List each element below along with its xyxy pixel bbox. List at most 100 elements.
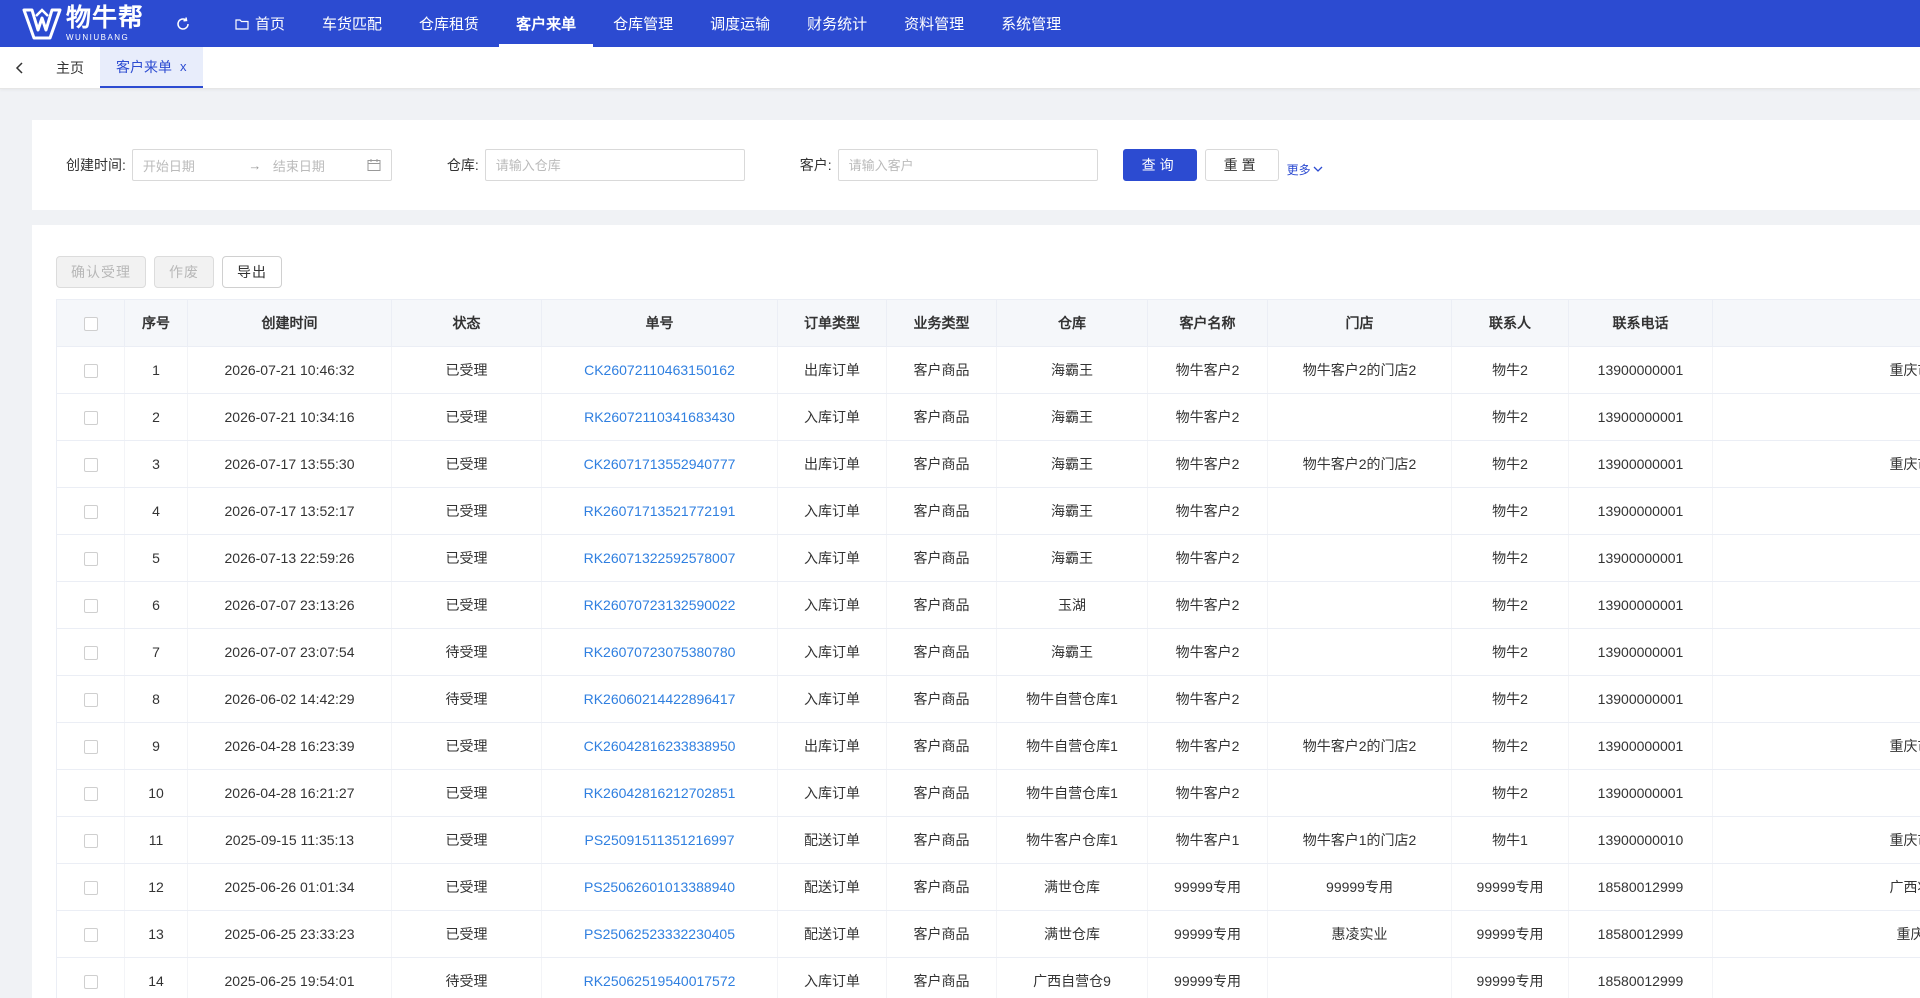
refresh-icon[interactable]: [174, 15, 192, 33]
filter-panel: 创建时间: 开始日期 → 结束日期 仓库: 客户: 查询 重置 更多: [32, 120, 1920, 210]
business-type: 客户商品: [886, 957, 997, 998]
row-index: 9: [124, 722, 188, 770]
order-number-link[interactable]: PS25062601013388940: [541, 863, 778, 911]
row-index: 13: [124, 910, 188, 958]
nav-item-dispatch-transport[interactable]: 调度运输: [693, 0, 787, 47]
select-all-checkbox[interactable]: [83, 317, 98, 332]
row-checkbox[interactable]: [83, 552, 98, 567]
warehouse-input[interactable]: [484, 149, 745, 181]
void-button[interactable]: 作废: [154, 256, 214, 288]
table-row[interactable]: 1 2026-07-21 10:46:32 已受理 CK260721104631501…: [56, 346, 1920, 394]
date-range-picker[interactable]: 开始日期 → 结束日期: [131, 149, 392, 181]
table-row[interactable]: 3 2026-07-17 13:55:30 已受理 CK260717135529407…: [56, 440, 1920, 488]
status: 待受理: [391, 675, 542, 723]
created-time: 2026-06-02 14:42:29: [187, 675, 392, 723]
customer-input[interactable]: [837, 149, 1098, 181]
table-row[interactable]: 12 2025-06-26 01:01:34 已受理 PS25062601013388…: [56, 863, 1920, 911]
status: 已受理: [391, 487, 542, 535]
row-checkbox[interactable]: [83, 834, 98, 849]
nav-item-warehouse-management[interactable]: 仓库管理: [596, 0, 690, 47]
nav-item-vehicle-matching[interactable]: 车货匹配: [305, 0, 399, 47]
table-row[interactable]: 10 2026-04-28 16:21:27 已受理 RK26042816212702…: [56, 769, 1920, 817]
order-number-link[interactable]: CK26071713552940777: [541, 440, 778, 488]
customer-name: 物牛客户2: [1147, 534, 1268, 582]
end-date-placeholder[interactable]: 结束日期: [267, 156, 367, 175]
order-number-link[interactable]: RK26071322592578007: [541, 534, 778, 582]
store: 物牛客户2的门店2: [1267, 722, 1452, 770]
reset-button[interactable]: 重置: [1204, 149, 1279, 181]
order-number-link[interactable]: RK26071713521772191: [541, 487, 778, 535]
row-checkbox[interactable]: [83, 787, 98, 802]
order-number-link[interactable]: CK26042816233838950: [541, 722, 778, 770]
logo-title: 物牛帮: [66, 3, 145, 32]
business-type: 客户商品: [886, 581, 997, 629]
order-number-link[interactable]: CK26072110463150162: [541, 346, 778, 394]
row-checkbox[interactable]: [83, 881, 98, 896]
contact-phone: 13900000010: [1568, 816, 1713, 864]
order-number-link[interactable]: PS25091511351216997: [541, 816, 778, 864]
address: [1712, 769, 1920, 817]
order-number-link[interactable]: PS25062523332230405: [541, 910, 778, 958]
nav-item-warehouse-rental[interactable]: 仓库租赁: [402, 0, 496, 47]
row-checkbox[interactable]: [83, 975, 98, 990]
row-select-cell: [56, 769, 125, 817]
nav-item-home[interactable]: 首页: [218, 0, 302, 47]
row-checkbox[interactable]: [83, 740, 98, 755]
calendar-icon[interactable]: [367, 158, 381, 172]
table-row[interactable]: 9 2026-04-28 16:23:39 已受理 CK260428162338389…: [56, 722, 1920, 770]
table-row[interactable]: 14 2025-06-25 19:54:01 待受理 RK25062519540017…: [56, 957, 1920, 998]
row-checkbox[interactable]: [83, 364, 98, 379]
column-header: 序号: [124, 299, 188, 347]
status: 已受理: [391, 722, 542, 770]
start-date-placeholder[interactable]: 开始日期: [143, 156, 243, 175]
store: 物牛客户2的门店2: [1267, 440, 1452, 488]
status: 已受理: [391, 393, 542, 441]
row-checkbox[interactable]: [83, 458, 98, 473]
order-number-link[interactable]: RK26042816212702851: [541, 769, 778, 817]
more-filters-link[interactable]: 更多: [1287, 161, 1323, 178]
business-type: 客户商品: [886, 722, 997, 770]
export-button[interactable]: 导出: [222, 256, 282, 288]
business-type: 客户商品: [886, 816, 997, 864]
nav-item-customer-orders[interactable]: 客户来单: [499, 0, 594, 47]
row-checkbox[interactable]: [83, 505, 98, 520]
close-icon[interactable]: x: [180, 59, 187, 74]
table-row[interactable]: 8 2026-06-02 14:42:29 待受理 RK260602144228964…: [56, 675, 1920, 723]
chevron-left-icon[interactable]: [0, 47, 40, 88]
confirm-accept-button[interactable]: 确认受理: [56, 256, 146, 288]
query-button[interactable]: 查询: [1122, 149, 1197, 181]
address: 重庆市九龙坡区惠济: [1712, 910, 1920, 958]
created-time: 2026-07-17 13:52:17: [187, 487, 392, 535]
table-row[interactable]: 5 2026-07-13 22:59:26 已受理 RK260713225925780…: [56, 534, 1920, 582]
table-row[interactable]: 4 2026-07-17 13:52:17 已受理 RK260717135217721…: [56, 487, 1920, 535]
table-row[interactable]: 7 2026-07-07 23:07:54 待受理 RK260707230753807…: [56, 628, 1920, 676]
row-checkbox[interactable]: [83, 646, 98, 661]
row-checkbox[interactable]: [83, 693, 98, 708]
table-row[interactable]: 2 2026-07-21 10:34:16 已受理 RK260721103416834…: [56, 393, 1920, 441]
created-time: 2026-07-21 10:34:16: [187, 393, 392, 441]
order-number-link[interactable]: RK26070723132590022: [541, 581, 778, 629]
order-number-link[interactable]: RK26070723075380780: [541, 628, 778, 676]
row-select-cell: [56, 910, 125, 958]
nav-item-finance-stats[interactable]: 财务统计: [790, 0, 884, 47]
row-checkbox[interactable]: [83, 928, 98, 943]
order-number-link[interactable]: RK26060214422896417: [541, 675, 778, 723]
tab-home[interactable]: 主页: [40, 47, 100, 88]
order-number-link[interactable]: RK26072110341683430: [541, 393, 778, 441]
store: 物牛客户1的门店2: [1267, 816, 1452, 864]
table-row[interactable]: 6 2026-07-07 23:13:26 已受理 RK260707231325900…: [56, 581, 1920, 629]
nav-item-system-management[interactable]: 系统管理: [984, 0, 1078, 47]
table-header-row: 序号 创建时间 状态 单号 订单类型 业务类型 仓库 客户名称 门店 联系人 联…: [56, 299, 1920, 347]
order-number-link[interactable]: RK25062519540017572: [541, 957, 778, 998]
tab-customer-orders[interactable]: 客户来单 x: [100, 47, 203, 88]
orders-table-wrapper[interactable]: 序号 创建时间 状态 单号 订单类型 业务类型 仓库 客户名称 门店 联系人 联…: [56, 299, 1920, 998]
contact-phone: 18580012999: [1568, 957, 1713, 998]
row-checkbox[interactable]: [83, 411, 98, 426]
nav-item-data-management[interactable]: 资料管理: [887, 0, 981, 47]
logo[interactable]: 物牛帮 WUNIUBANG: [22, 0, 144, 47]
table-row[interactable]: 13 2025-06-25 23:33:23 已受理 PS25062523332230…: [56, 910, 1920, 958]
table-row[interactable]: 11 2025-09-15 11:35:13 已受理 PS25091511351216…: [56, 816, 1920, 864]
row-checkbox[interactable]: [83, 599, 98, 614]
address: 重庆市渝北区龙溪街道: [1712, 440, 1920, 488]
address: 重庆市沙坪坝区陈家桥: [1712, 816, 1920, 864]
